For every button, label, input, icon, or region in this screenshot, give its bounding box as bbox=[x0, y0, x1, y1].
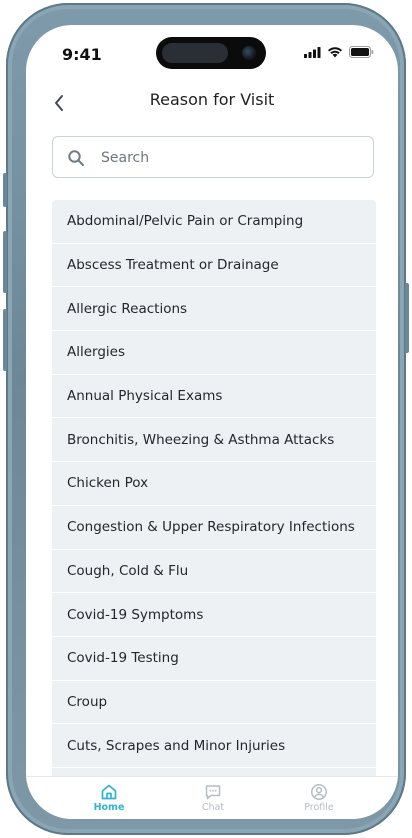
tab-profile-label: Profile bbox=[304, 802, 334, 813]
list-item[interactable]: Chicken Pox bbox=[52, 462, 376, 506]
island-sensor bbox=[162, 43, 228, 63]
side-button-volume-up bbox=[3, 231, 7, 293]
list-item[interactable]: Congestion & Upper Respiratory Infection… bbox=[52, 506, 376, 550]
list-item[interactable]: Cuts, Scrapes and Minor Injuries bbox=[52, 724, 376, 768]
search-icon bbox=[68, 150, 84, 166]
tab-profile[interactable]: Profile bbox=[284, 783, 354, 813]
status-icons bbox=[304, 46, 374, 58]
status-time: 9:41 bbox=[62, 45, 102, 64]
list-item[interactable]: Abdominal/Pelvic Pain or Cramping bbox=[52, 200, 376, 244]
signal-icon bbox=[304, 46, 321, 58]
profile-icon bbox=[311, 784, 327, 800]
bottom-tab-bar: Home Chat Profile bbox=[26, 776, 398, 819]
list-item[interactable]: Bronchitis, Wheezing & Asthma Attacks bbox=[52, 418, 376, 463]
tab-home[interactable]: Home bbox=[74, 783, 144, 813]
side-button-silent bbox=[3, 173, 7, 207]
side-button-power bbox=[405, 283, 409, 353]
top-bar: Reason for Visit bbox=[26, 83, 398, 123]
phone-frame: 9:41 Reason for Visit Search Abdominal/P… bbox=[3, 3, 409, 835]
list-item[interactable]: Allergies bbox=[52, 331, 376, 375]
home-icon bbox=[101, 784, 117, 800]
app-screen: 9:41 Reason for Visit Search Abdominal/P… bbox=[26, 25, 398, 819]
list-item[interactable]: Abscess Treatment or Drainage bbox=[52, 244, 376, 288]
tab-chat[interactable]: Chat bbox=[178, 783, 248, 813]
battery-icon bbox=[349, 46, 374, 58]
tab-chat-label: Chat bbox=[201, 802, 225, 813]
list-item[interactable]: Cough, Cold & Flu bbox=[52, 550, 376, 594]
dynamic-island bbox=[156, 37, 266, 69]
side-button-volume-down bbox=[3, 309, 7, 371]
wifi-icon bbox=[328, 47, 342, 58]
search-box[interactable] bbox=[52, 136, 374, 179]
list-item[interactable]: Annual Physical Exams bbox=[52, 375, 376, 419]
list-item[interactable]: Covid-19 Symptoms bbox=[52, 593, 376, 637]
page-title: Reason for Visit bbox=[149, 90, 275, 109]
list-item[interactable]: Covid-19 Testing bbox=[52, 637, 376, 681]
tab-home-label: Home bbox=[93, 802, 125, 813]
chat-icon bbox=[205, 785, 221, 800]
search-input[interactable] bbox=[99, 137, 363, 179]
list-item[interactable]: Allergic Reactions bbox=[52, 287, 376, 332]
reason-list[interactable]: Abdominal/Pelvic Pain or Cramping Absces… bbox=[52, 200, 376, 780]
list-item[interactable]: Croup bbox=[52, 681, 376, 725]
camera-icon bbox=[242, 46, 256, 60]
